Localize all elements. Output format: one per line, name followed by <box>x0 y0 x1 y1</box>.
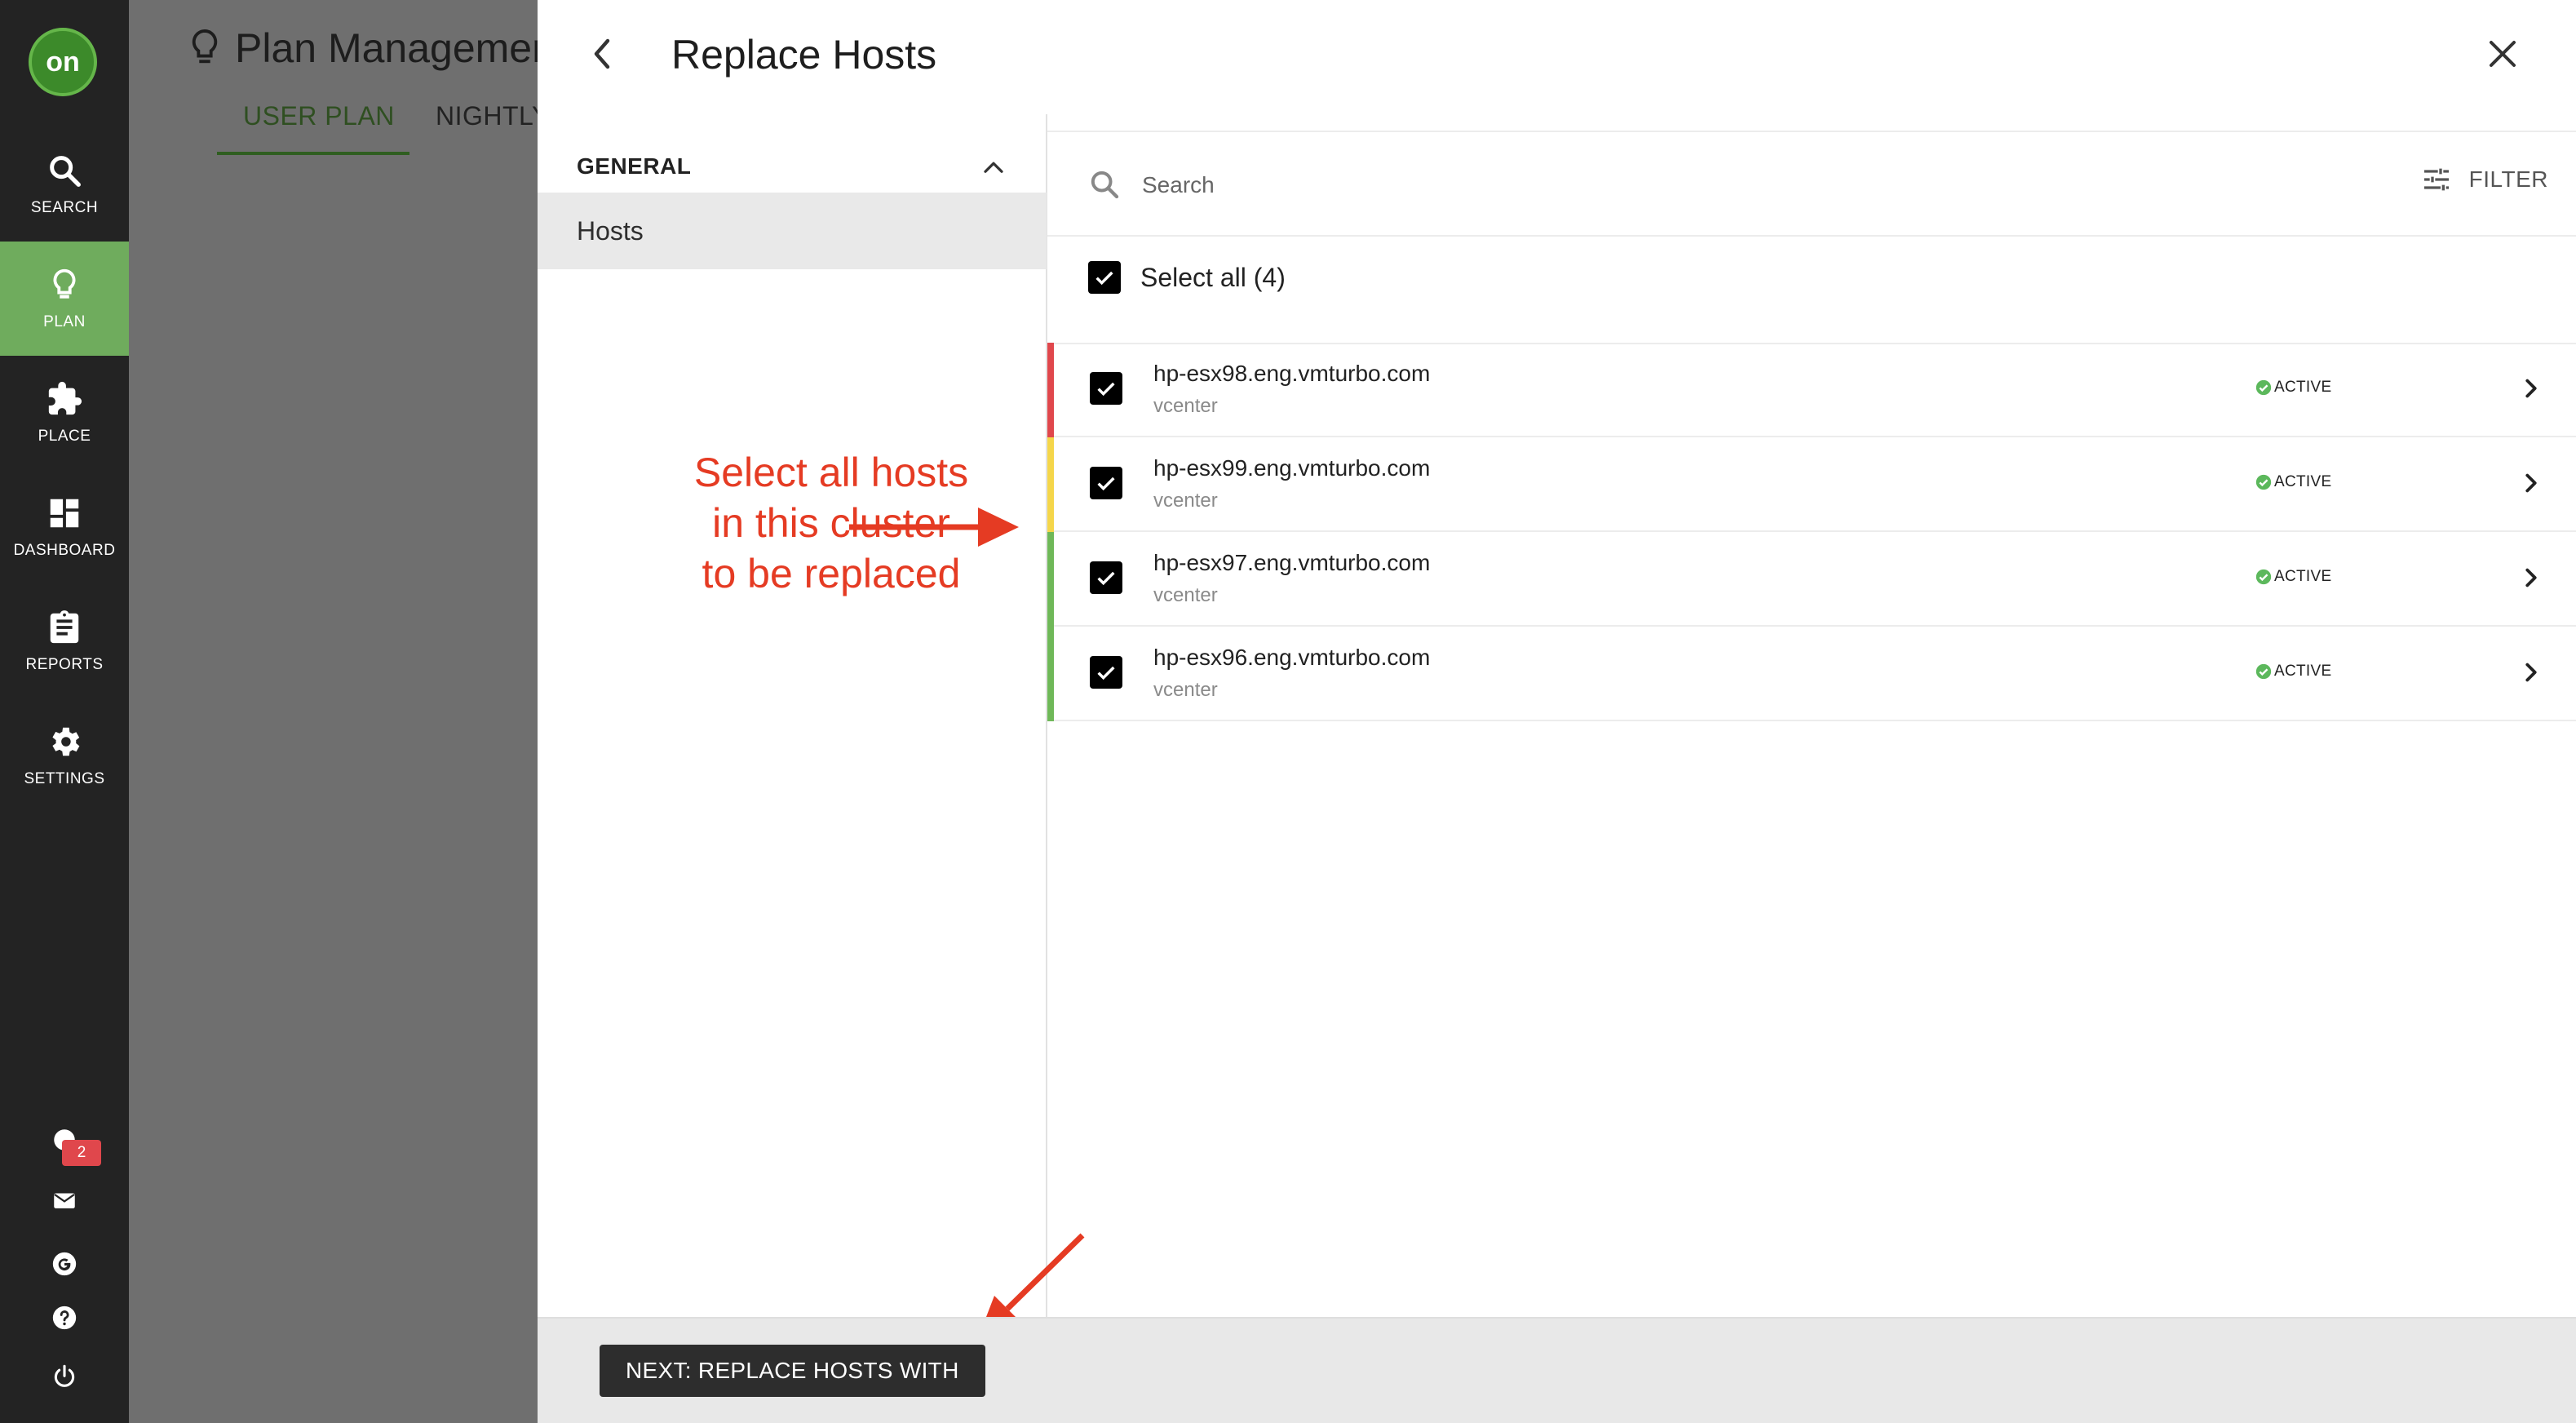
checkmark-icon <box>1097 382 1115 397</box>
select-all-row: Select all (4) <box>1047 237 2576 344</box>
tab-user-plan[interactable]: USER PLAN <box>243 101 395 131</box>
messages-button[interactable] <box>0 1186 129 1214</box>
nav-item-search[interactable]: SEARCH <box>0 127 129 242</box>
nav-item-label: PLAN <box>43 313 86 330</box>
host-name: hp-esx98.eng.vmturbo.com <box>1153 361 1431 386</box>
chevron-right-icon[interactable] <box>2522 470 2540 496</box>
host-source: vcenter <box>1153 584 1218 606</box>
search-icon <box>1091 171 1119 199</box>
next-replace-hosts-button[interactable]: NEXT: REPLACE HOSTS WITH <box>600 1345 985 1397</box>
host-name: hp-esx97.eng.vmturbo.com <box>1153 550 1431 575</box>
help-icon <box>52 1306 77 1330</box>
host-name: hp-esx96.eng.vmturbo.com <box>1153 645 1431 670</box>
host-row[interactable]: hp-esx98.eng.vmturbo.com vcenter ACTIVE <box>1047 343 2576 437</box>
chevron-right-icon[interactable] <box>2522 659 2540 685</box>
check-circle-icon <box>2255 379 2272 396</box>
nav-item-reports[interactable]: REPORTS <box>0 584 129 698</box>
panel-footer: NEXT: REPLACE HOSTS WITH <box>538 1317 2576 1423</box>
gear-icon <box>52 727 80 756</box>
status-badge: ACTIVE <box>2255 473 2331 491</box>
chevron-right-icon[interactable] <box>2522 375 2540 401</box>
host-checkbox[interactable] <box>1090 656 1122 689</box>
select-all-checkbox[interactable] <box>1088 261 1121 294</box>
logout-button[interactable] <box>0 1363 129 1390</box>
checkmark-icon <box>1097 666 1115 680</box>
panel-title: Replace Hosts <box>671 32 937 78</box>
close-icon[interactable] <box>2485 36 2521 72</box>
notification-badge: 2 <box>62 1140 101 1166</box>
chevron-right-icon[interactable] <box>2522 565 2540 591</box>
tab-underline <box>217 152 409 155</box>
page-title-text: Plan Managemen <box>235 25 555 71</box>
nav-item-label: REPORTS <box>25 656 104 673</box>
page-title: Plan Managemen <box>186 24 555 72</box>
chevron-up-icon <box>984 162 1003 173</box>
status-badge: ACTIVE <box>2255 379 2331 397</box>
host-source: vcenter <box>1153 679 1218 701</box>
select-all-label: Select all (4) <box>1140 263 1286 292</box>
tab-nightly[interactable]: NIGHTLY <box>436 101 550 131</box>
dashboard-icon <box>50 499 79 528</box>
host-row[interactable]: hp-esx97.eng.vmturbo.com vcenter ACTIVE <box>1047 532 2576 627</box>
nav-item-place[interactable]: PLACE <box>0 356 129 470</box>
left-nav: on SEARCH PLAN PLACE DASHBOARD REPORTS S… <box>0 0 129 1423</box>
google-account-button[interactable] <box>0 1250 129 1278</box>
status-badge: ACTIVE <box>2255 568 2331 586</box>
status-text: ACTIVE <box>2274 568 2332 585</box>
host-checkbox[interactable] <box>1090 372 1122 405</box>
status-text: ACTIVE <box>2274 663 2332 680</box>
lightbulb-icon <box>192 29 218 64</box>
section-item-hosts[interactable]: Hosts <box>538 193 1047 269</box>
nav-item-settings[interactable]: SETTINGS <box>0 698 129 813</box>
status-text: ACTIVE <box>2274 473 2332 490</box>
app-logo[interactable]: on <box>29 28 97 96</box>
status-text: ACTIVE <box>2274 379 2332 396</box>
google-icon <box>52 1252 77 1276</box>
search-icon <box>50 156 81 187</box>
check-circle-icon <box>2255 474 2272 490</box>
help-button[interactable] <box>0 1304 129 1332</box>
clipboard-icon <box>50 610 79 644</box>
search-input[interactable] <box>1140 165 1715 206</box>
severity-bar <box>1047 627 1054 721</box>
filter-label: FILTER <box>2468 166 2548 192</box>
host-name: hp-esx99.eng.vmturbo.com <box>1153 455 1431 481</box>
check-circle-icon <box>2255 569 2272 585</box>
nav-item-plan[interactable]: PLAN <box>0 242 129 356</box>
host-row[interactable]: hp-esx96.eng.vmturbo.com vcenter ACTIVE <box>1047 627 2576 721</box>
filter-sliders-icon <box>2423 168 2449 191</box>
puzzle-icon <box>48 381 82 415</box>
nav-item-label: DASHBOARD <box>13 542 116 559</box>
nav-item-label: SETTINGS <box>24 770 105 787</box>
annotation-text: Select all hosts in this cluster to be r… <box>693 450 969 596</box>
severity-bar <box>1047 343 1054 437</box>
checkmark-icon <box>1095 271 1113 286</box>
host-source: vcenter <box>1153 395 1218 417</box>
filter-button[interactable]: FILTER <box>2420 163 2548 196</box>
section-general[interactable]: GENERAL <box>577 142 1047 191</box>
back-arrow-icon[interactable] <box>586 36 619 72</box>
section-header-label: GENERAL <box>577 153 692 179</box>
search-bar: FILTER <box>1047 132 2576 237</box>
mail-icon <box>54 1193 75 1208</box>
nav-item-label: SEARCH <box>30 199 99 216</box>
host-row[interactable]: hp-esx99.eng.vmturbo.com vcenter ACTIVE <box>1047 437 2576 532</box>
host-source: vcenter <box>1153 490 1218 512</box>
power-icon <box>54 1364 75 1387</box>
nav-item-dashboard[interactable]: DASHBOARD <box>0 470 129 584</box>
check-circle-icon <box>2255 663 2272 680</box>
replace-hosts-panel: Replace Hosts GENERAL Hosts FILTER Selec… <box>538 0 2576 1423</box>
status-badge: ACTIVE <box>2255 663 2331 680</box>
lightbulb-icon <box>53 268 76 299</box>
nav-item-label: PLACE <box>38 428 91 445</box>
